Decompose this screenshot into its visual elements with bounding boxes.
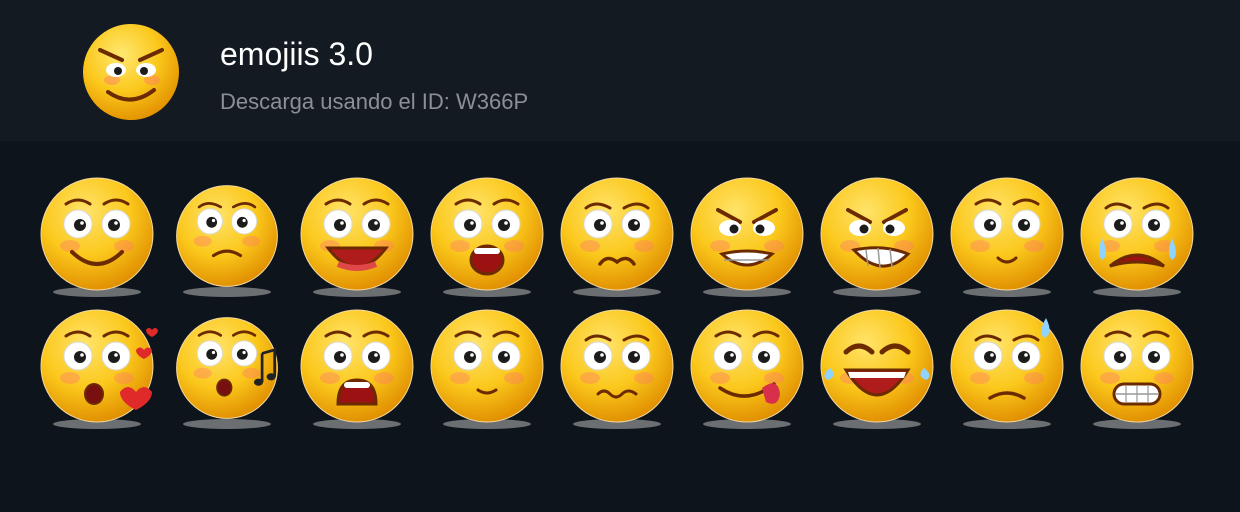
sticker-whistling[interactable] bbox=[162, 300, 292, 432]
laugh-emoji-icon bbox=[300, 177, 414, 297]
sticker-sweat-frown[interactable] bbox=[942, 300, 1072, 432]
sticker-pouting[interactable] bbox=[552, 168, 682, 300]
pack-download-id: Descarga usando el ID: W366P bbox=[220, 89, 529, 114]
sticker-angry-grin[interactable] bbox=[812, 168, 942, 300]
sticker-shocked[interactable] bbox=[292, 300, 422, 432]
sticker-tongue-out[interactable] bbox=[682, 300, 812, 432]
crying-emoji-icon bbox=[1080, 177, 1194, 297]
sticker-wavy-mouth[interactable] bbox=[552, 300, 682, 432]
surprised-emoji-icon bbox=[430, 177, 544, 297]
calm-emoji-icon bbox=[950, 177, 1064, 297]
sticker-laughing[interactable] bbox=[292, 168, 422, 300]
sticker-tears-of-joy[interactable] bbox=[812, 300, 942, 432]
pack-title: emojiis 3.0 bbox=[220, 36, 373, 72]
angry-smile-emoji-icon bbox=[83, 24, 179, 120]
sticker-slight-smile[interactable] bbox=[422, 300, 552, 432]
sticker-big-smile[interactable] bbox=[32, 168, 162, 300]
tongue-emoji-icon bbox=[690, 309, 804, 429]
tears-joy-emoji-icon bbox=[820, 309, 934, 429]
sticker-angry-teeth[interactable] bbox=[682, 168, 812, 300]
angry-grin-emoji-icon bbox=[820, 177, 934, 297]
pout-emoji-icon bbox=[560, 177, 674, 297]
frown-emoji-icon bbox=[176, 185, 278, 297]
shocked-emoji-icon bbox=[300, 309, 414, 429]
sticker-grimacing[interactable] bbox=[1072, 300, 1202, 432]
slight-smile-emoji-icon bbox=[430, 309, 544, 429]
wavy-emoji-icon bbox=[560, 309, 674, 429]
whistle-emoji-icon bbox=[176, 317, 278, 429]
pack-header: emojiis 3.0 Descarga usando el ID: W366P bbox=[0, 0, 1240, 141]
kiss-emoji-icon bbox=[40, 309, 158, 429]
angry-teeth-emoji-icon bbox=[690, 177, 804, 297]
grimace-emoji-icon bbox=[1080, 309, 1194, 429]
sticker-blowing-kiss[interactable] bbox=[32, 300, 162, 432]
sticker-calm-smile[interactable] bbox=[942, 168, 1072, 300]
big-smile-emoji-icon bbox=[40, 177, 154, 297]
sticker-grid bbox=[32, 168, 1202, 432]
sticker-surprised[interactable] bbox=[422, 168, 552, 300]
pack-icon bbox=[78, 20, 184, 124]
sweat-emoji-icon bbox=[950, 309, 1064, 429]
sticker-sad-frown[interactable] bbox=[162, 168, 292, 300]
sticker-crying[interactable] bbox=[1072, 168, 1202, 300]
